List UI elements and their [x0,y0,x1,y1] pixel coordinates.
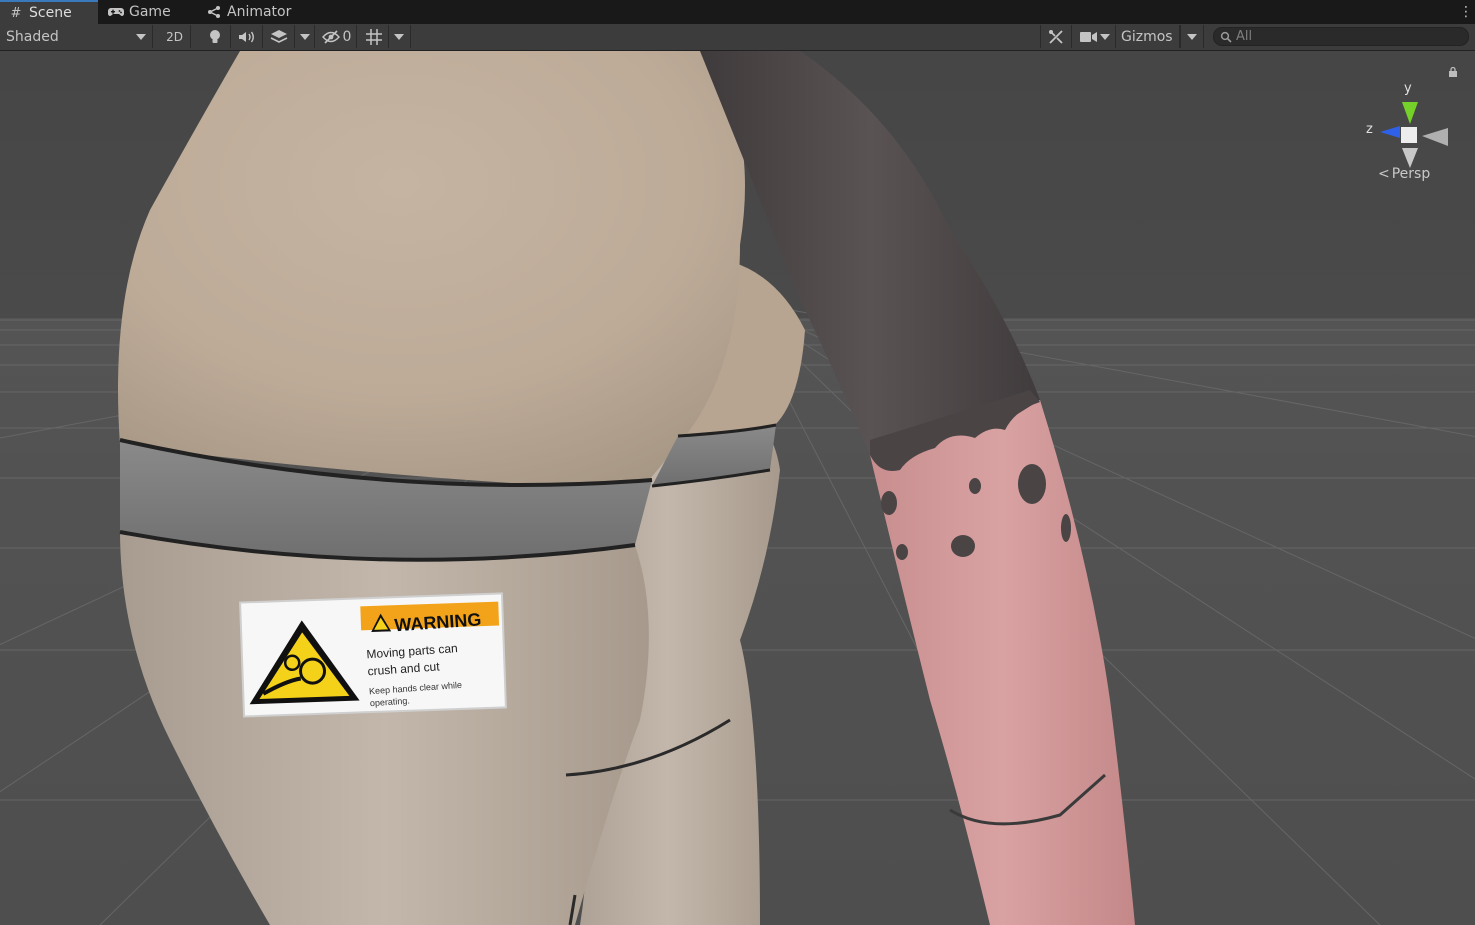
chevron-down-icon [1187,34,1197,40]
camera-icon [1080,31,1097,42]
effects-toggle-button[interactable] [263,25,295,48]
scene-toolbar: Shaded 2D 0 Gizmos All [0,24,1475,51]
chevron-down-icon [394,34,404,40]
tools-button[interactable] [1040,25,1072,48]
tab-scene[interactable]: # Scene [0,0,98,24]
hidden-count: 0 [342,28,352,45]
toggle-2d-label: 2D [166,29,183,44]
hidden-eye-icon [321,29,340,44]
audio-toggle-button[interactable] [231,25,263,48]
tab-animator[interactable]: Animator [198,0,308,24]
tab-game-label: Game [129,4,171,20]
chevron-down-icon [136,34,146,40]
toggle-2d-button[interactable]: 2D [159,25,191,48]
gizmos-label: Gizmos [1121,28,1173,45]
projection-toggle[interactable]: < Persp [1378,166,1430,182]
scene-render: WARNING Moving parts can crush and cut K… [0,51,1475,925]
tab-game[interactable]: Game [100,0,190,24]
tab-animator-label: Animator [227,4,292,20]
projection-label: Persp [1391,166,1431,182]
layers-icon [270,29,287,43]
gamepad-icon [108,4,124,20]
camera-settings-dropdown[interactable] [1074,25,1116,48]
chevron-left-icon: < [1378,166,1390,182]
chevron-down-icon [1100,34,1110,40]
gizmo-z-label: z [1366,122,1373,137]
lock-icon[interactable] [1448,67,1458,77]
search-icon [1220,31,1232,43]
lighting-toggle-button[interactable] [199,25,231,48]
grid-toggle-button[interactable] [359,25,389,48]
speaker-icon [238,31,254,42]
scene-viewport[interactable]: WARNING Moving parts can crush and cut K… [0,51,1475,925]
effects-dropdown[interactable] [295,25,315,48]
draw-mode-label: Shaded [6,28,59,45]
search-placeholder: All [1236,29,1253,44]
animator-icon [206,4,222,20]
window-menu-kebab-icon[interactable]: ⋮ [1459,3,1473,21]
grid-dropdown[interactable] [389,25,411,48]
gizmo-y-label: y [1404,81,1412,96]
unity-scene-window: # Scene Game Animator ⋮ Shaded 2D 0 Gizm… [0,0,1475,925]
gizmos-dropdown[interactable] [1180,25,1204,48]
tab-scene-label: Scene [29,5,72,21]
gizmos-button[interactable]: Gizmos [1117,25,1180,48]
chevron-down-icon [300,34,310,40]
scene-visibility-toggle[interactable]: 0 [317,25,357,48]
scene-search-field[interactable]: All [1213,27,1469,46]
window-tab-bar: # Scene Game Animator ⋮ [0,0,1475,25]
tools-icon [1049,29,1063,44]
grid-hash-icon: # [10,5,22,21]
lightbulb-icon [209,29,220,43]
draw-mode-dropdown[interactable]: Shaded [0,25,153,48]
grid-icon [365,28,382,45]
